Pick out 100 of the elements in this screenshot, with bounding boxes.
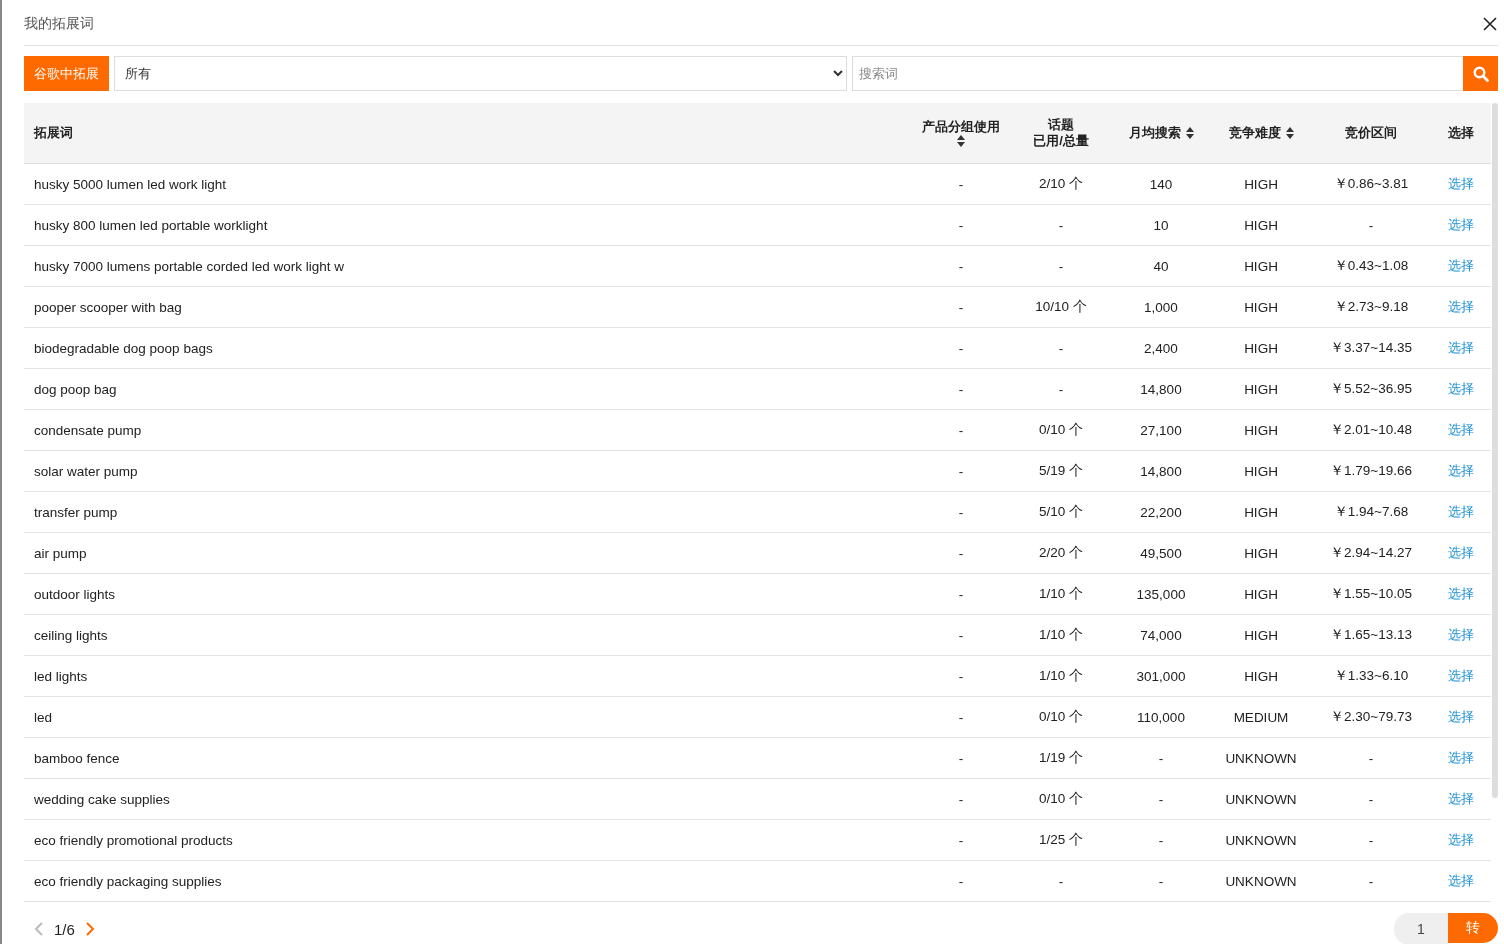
table-cell-text: -: [957, 422, 965, 438]
expand-button[interactable]: 谷歌中拓展: [24, 56, 109, 91]
next-page-icon[interactable]: [84, 922, 95, 936]
select-link[interactable]: 选择: [1448, 708, 1474, 726]
column-header: 月均搜索: [1128, 125, 1181, 141]
select-link[interactable]: 选择: [1448, 749, 1474, 767]
select-link[interactable]: 选择: [1448, 175, 1474, 193]
table-cell-text: -: [1367, 750, 1375, 766]
table-cell-text: -: [1057, 381, 1065, 397]
page-input[interactable]: 1: [1394, 913, 1448, 944]
table-cell-text: -: [1157, 791, 1165, 807]
keyword-cell-text: biodegradable dog poop bags: [33, 340, 214, 356]
table-cell-text: HIGH: [1243, 258, 1279, 274]
select-link[interactable]: 选择: [1448, 790, 1474, 808]
select-link[interactable]: 选择: [1448, 380, 1474, 398]
table-cell-text: 1/25 个: [1038, 831, 1084, 849]
select-link[interactable]: 选择: [1448, 216, 1474, 234]
select-link[interactable]: 选择: [1448, 257, 1474, 275]
table-cell-text: 5/19 个: [1038, 462, 1084, 480]
table-cell-text: -: [957, 381, 965, 397]
dialog-title: 我的拓展词: [24, 14, 94, 33]
select-link[interactable]: 选择: [1448, 462, 1474, 480]
table-cell-text: 1/10 个: [1038, 626, 1084, 644]
select-link[interactable]: 选择: [1448, 872, 1474, 890]
table-cell-text: 74,000: [1139, 627, 1183, 643]
table-cell-text: HIGH: [1243, 504, 1279, 520]
table-cell-text: -: [1367, 832, 1375, 848]
keyword-cell-text: led: [33, 709, 53, 725]
keyword-cell-text: wedding cake supplies: [33, 791, 171, 807]
jump-button[interactable]: 转: [1448, 913, 1498, 943]
table-cell-text: 49,500: [1139, 545, 1183, 561]
table-cell-text: -: [1367, 873, 1375, 889]
table-cell-text: -: [1367, 217, 1375, 233]
scrollbar[interactable]: [1492, 103, 1498, 798]
search-button[interactable]: [1463, 56, 1498, 91]
table-cell-text: ￥2.73~9.18: [1332, 298, 1410, 316]
column-header: 竞价区间: [1345, 125, 1397, 141]
table-cell-text: -: [1157, 750, 1165, 766]
select-link[interactable]: 选择: [1448, 503, 1474, 521]
table-cell-text: -: [1057, 873, 1065, 889]
table-cell-text: 135,000: [1135, 586, 1187, 602]
table-cell-text: ￥0.43~1.08: [1332, 257, 1410, 275]
table-cell-text: UNKNOWN: [1224, 791, 1298, 807]
select-link[interactable]: 选择: [1448, 544, 1474, 562]
column-header: 拓展词: [34, 125, 73, 141]
table-cell-text: 1,000: [1143, 299, 1179, 315]
column-header: 选择: [1448, 125, 1474, 141]
keyword-cell-text: eco friendly packaging supplies: [33, 873, 223, 889]
table-cell-text: HIGH: [1243, 176, 1279, 192]
table-cell-text: HIGH: [1243, 299, 1279, 315]
table-cell-text: HIGH: [1243, 340, 1279, 356]
select-link[interactable]: 选择: [1448, 585, 1474, 603]
sort-icon[interactable]: [1185, 127, 1194, 139]
table-cell-text: -: [957, 873, 965, 889]
close-icon[interactable]: [1482, 15, 1498, 32]
select-link[interactable]: 选择: [1448, 667, 1474, 685]
select-link[interactable]: 选择: [1448, 421, 1474, 439]
table-cell-text: HIGH: [1243, 422, 1279, 438]
sort-icon[interactable]: [957, 135, 965, 147]
table-cell-text: -: [957, 586, 965, 602]
table-cell-text: ￥1.55~10.05: [1329, 585, 1413, 603]
keyword-cell-text: condensate pump: [33, 422, 143, 438]
table-cell-text: -: [957, 258, 965, 274]
table-cell-text: 10: [1152, 217, 1170, 233]
select-link[interactable]: 选择: [1448, 831, 1474, 849]
keyword-cell-text: air pump: [33, 545, 88, 561]
column-header: 话题: [1048, 117, 1074, 133]
table-cell-text: -: [1157, 832, 1165, 848]
table-cell-text: 140: [1148, 176, 1174, 192]
table-cell-text: -: [1367, 791, 1375, 807]
keyword-cell-text: husky 5000 lumen led work light: [33, 176, 228, 192]
table-cell-text: 5/10 个: [1038, 503, 1084, 521]
table-cell-text: UNKNOWN: [1224, 832, 1298, 848]
keyword-cell-text: dog poop bag: [33, 381, 118, 397]
table-cell-text: HIGH: [1243, 217, 1279, 233]
table-cell-text: ￥1.65~13.13: [1329, 626, 1413, 644]
table-cell-text: 27,100: [1139, 422, 1183, 438]
keyword-cell-text: husky 7000 lumens portable corded led work light w: [33, 258, 345, 274]
table-cell-text: -: [957, 217, 965, 233]
select-link[interactable]: 选择: [1448, 298, 1474, 316]
table-cell-text: HIGH: [1243, 586, 1279, 602]
keyword-cell-text: transfer pump: [33, 504, 119, 520]
category-select[interactable]: 所有: [114, 56, 847, 91]
table-cell-text: MEDIUM: [1232, 709, 1290, 725]
table-cell-text: -: [1157, 873, 1165, 889]
table-cell-text: 14,800: [1139, 381, 1183, 397]
select-link[interactable]: 选择: [1448, 626, 1474, 644]
select-link[interactable]: 选择: [1448, 339, 1474, 357]
table-cell-text: HIGH: [1243, 463, 1279, 479]
page-indicator: 1/6: [54, 920, 75, 938]
keyword-cell-text: solar water pump: [33, 463, 139, 479]
column-header: 已用/总量: [1033, 133, 1089, 149]
search-field[interactable]: 搜索词: [852, 56, 1463, 91]
column-header: 产品分组使用: [922, 119, 1000, 135]
table-cell-text: -: [957, 463, 965, 479]
search-icon[interactable]: [1472, 65, 1489, 82]
table-cell-text: 2/20 个: [1038, 544, 1084, 562]
keyword-cell-text: bamboo fence: [33, 750, 121, 766]
table-cell-text: 10/10 个: [1034, 298, 1088, 316]
sort-icon[interactable]: [1285, 127, 1294, 139]
